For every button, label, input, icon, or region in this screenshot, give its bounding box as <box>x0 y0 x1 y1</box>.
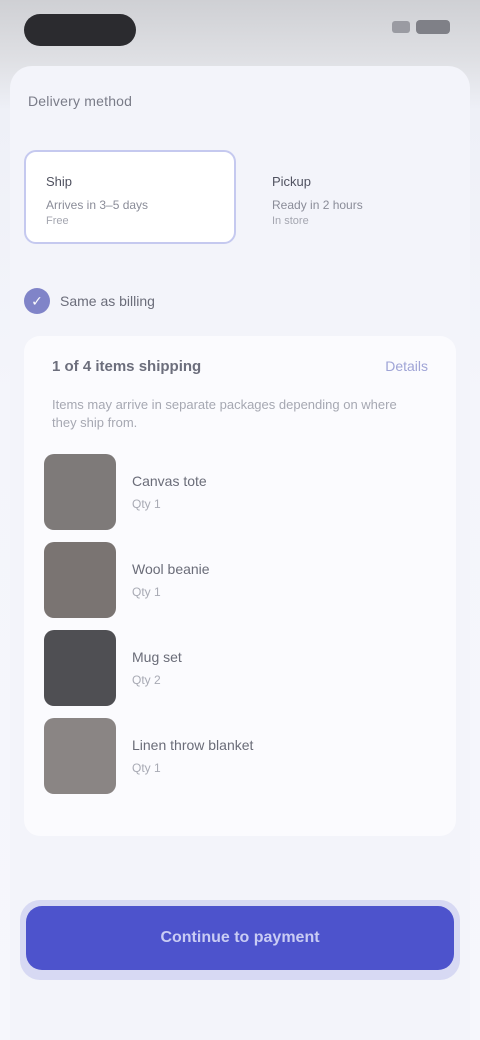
product-thumbnail <box>44 630 116 706</box>
delivery-option-pickup[interactable]: Pickup Ready in 2 hours In store <box>250 150 456 244</box>
checkbox-checked-icon[interactable]: ✓ <box>24 288 50 314</box>
panel-description: Items may arrive in separate packages de… <box>52 397 397 430</box>
list-item: Linen throw blanket Qty 1 <box>44 716 444 796</box>
continue-button[interactable]: Continue to payment <box>26 906 454 970</box>
battery-icon <box>416 20 450 34</box>
option-subtitle: Ready in 2 hours <box>272 198 363 212</box>
option-subtitle: Arrives in 3–5 days <box>46 198 149 212</box>
item-meta: Qty 1 <box>132 761 161 775</box>
item-meta: Qty 1 <box>132 585 161 599</box>
signal-icon <box>392 21 410 33</box>
option-note: Free <box>46 215 69 228</box>
panel-heading: 1 of 4 items shipping <box>52 358 202 375</box>
item-name: Canvas tote <box>132 473 207 489</box>
product-thumbnail <box>44 454 116 530</box>
status-icons <box>392 20 450 34</box>
item-meta: Qty 2 <box>132 673 161 687</box>
option-title: Ship <box>46 174 73 189</box>
toggle-label: Same as billing <box>60 293 155 309</box>
item-name: Mug set <box>132 649 182 665</box>
item-name: Wool beanie <box>132 561 210 577</box>
product-thumbnail <box>44 718 116 794</box>
same-as-billing-toggle[interactable]: ✓ Same as billing <box>24 288 155 314</box>
section-label: Delivery method <box>28 93 133 109</box>
list-item: Wool beanie Qty 1 <box>44 540 444 620</box>
status-time-pill <box>24 14 136 46</box>
list-item: Mug set Qty 2 <box>44 628 444 708</box>
item-name: Linen throw blanket <box>132 737 254 753</box>
item-meta: Qty 1 <box>132 497 161 511</box>
details-link[interactable]: Details <box>385 358 428 374</box>
app-screen: Delivery method Ship Arrives in 3–5 days… <box>0 0 480 1040</box>
product-thumbnail <box>44 542 116 618</box>
delivery-option-ship[interactable]: Ship Arrives in 3–5 days Free <box>24 150 236 244</box>
option-note: In store <box>272 215 309 228</box>
list-item: Canvas tote Qty 1 <box>44 452 444 532</box>
option-title: Pickup <box>272 174 312 189</box>
status-bar <box>0 0 480 60</box>
